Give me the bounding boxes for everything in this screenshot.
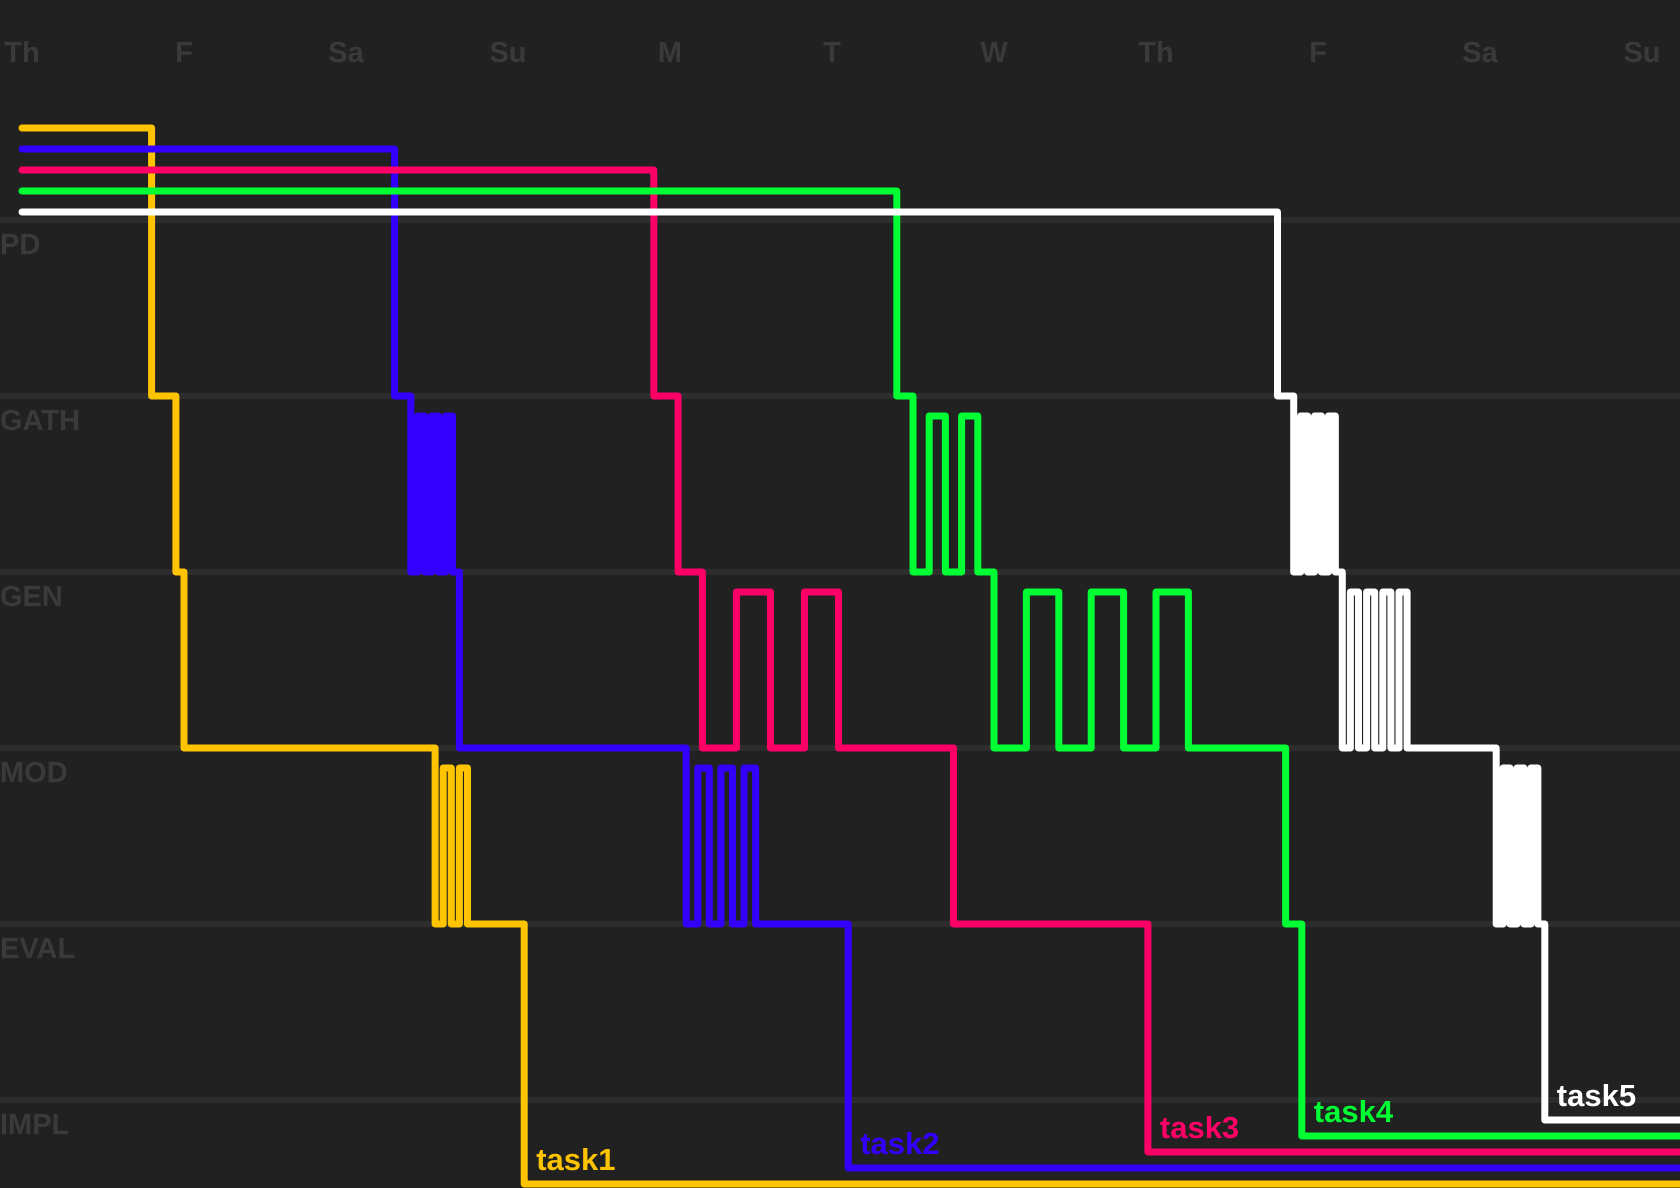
day-tick-label: T [823, 37, 841, 69]
stage-label: GATH [0, 405, 80, 437]
task-series-lines [18, 124, 1680, 1188]
task5-label: task5 [1557, 1078, 1636, 1113]
task3-label: task3 [1160, 1110, 1239, 1145]
stage-label: EVAL [0, 933, 75, 965]
stage-label: PD [0, 229, 40, 261]
task2-line [18, 145, 1680, 1172]
day-tick-label: Th [1138, 37, 1173, 69]
stage-label: GEN [0, 581, 63, 613]
day-tick-label: W [980, 37, 1008, 69]
day-tick-label: Su [1623, 37, 1660, 69]
day-tick-label: F [175, 37, 193, 69]
day-tick-label: Su [489, 37, 526, 69]
stage-label: IMPL [0, 1109, 69, 1141]
task-series-labels: task1 task2 task3 task4 task5 [536, 1078, 1636, 1177]
stage-axis: PD GATH GEN MOD EVAL IMPL [0, 229, 80, 1141]
day-axis: Th F Sa Su M T W Th F Sa Su [4, 37, 1660, 69]
task4-label: task4 [1314, 1094, 1394, 1129]
chart-canvas: PD GATH GEN MOD EVAL IMPL Th F Sa Su M T W Th F Sa Su t… [0, 37, 1680, 1188]
stage-label: MOD [0, 757, 68, 789]
task1-label: task1 [536, 1142, 615, 1177]
day-tick-label: Sa [1462, 37, 1498, 69]
day-tick-label: Th [4, 37, 39, 69]
task2-label: task2 [860, 1126, 939, 1161]
day-tick-label: Sa [328, 37, 364, 69]
day-tick-label: M [658, 37, 682, 69]
day-tick-label: F [1309, 37, 1327, 69]
